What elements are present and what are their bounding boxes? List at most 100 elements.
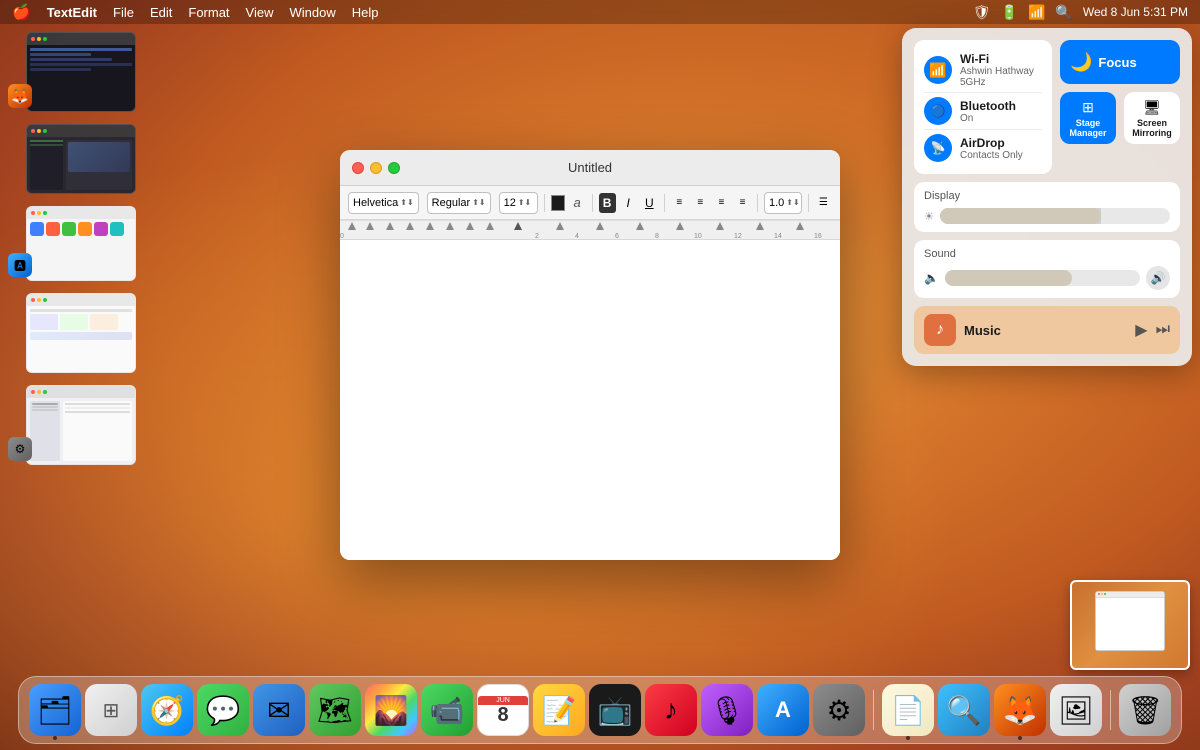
toolbar-separator-3 <box>664 194 665 212</box>
messages-icon: 💬 <box>206 694 241 727</box>
cc-screen-mirroring-button[interactable]: 🖥 Screen Mirroring <box>1124 92 1180 144</box>
dock-item-music[interactable]: ♪ <box>645 684 697 736</box>
firefox-dot <box>1018 736 1022 740</box>
shield-icon[interactable]: 🛡 <box>973 4 991 21</box>
dock-item-photos[interactable]: 🌄 <box>365 684 417 736</box>
line-spacing-selector[interactable]: 1.0 ⬆⬇ <box>764 192 802 214</box>
editor-area[interactable] <box>340 240 840 560</box>
search-icon[interactable]: 🔍 <box>1055 4 1072 21</box>
photos-icon: 🌄 <box>374 694 409 727</box>
menu-help[interactable]: Help <box>352 5 379 20</box>
align-center-btn[interactable]: ≡ <box>692 193 709 213</box>
trash-icon: 🗑 <box>1127 694 1163 727</box>
maps-icon: 🗺 <box>317 694 353 727</box>
font-family-selector[interactable]: Helvetica ⬆⬇ <box>348 192 419 214</box>
focus-moon-icon: 🌙 <box>1070 52 1092 73</box>
music-controls: ▶ ⏭ <box>1135 320 1170 340</box>
music-fast-forward-button[interactable]: ⏭ <box>1156 321 1170 339</box>
wifi-icon[interactable]: 📶 <box>1028 4 1045 21</box>
dock-item-mail[interactable]: ✉ <box>253 684 305 736</box>
appstore-icon: 🅰 <box>8 253 32 277</box>
dock-item-calendar[interactable]: JUN 8 <box>477 684 529 736</box>
svg-text:4: 4 <box>575 233 579 240</box>
italic-text-btn[interactable]: a <box>569 193 586 213</box>
dock-item-messages[interactable]: 💬 <box>197 684 249 736</box>
cc-sound-output-button[interactable]: 🔊 <box>1146 266 1170 290</box>
align-right-btn[interactable]: ≡ <box>713 193 730 213</box>
bluetooth-icon: 🔵 <box>924 97 952 125</box>
stage-manager-thumb-3[interactable]: 🅰 <box>8 206 138 281</box>
toolbar-separator-2 <box>592 194 593 212</box>
font-style-arrow: ⬆⬇ <box>472 198 485 207</box>
align-left-btn[interactable]: ≡ <box>671 193 688 213</box>
cc-focus-button[interactable]: 🌙 Focus <box>1060 40 1180 84</box>
underline-btn[interactable]: U <box>641 193 658 213</box>
dock-item-maps[interactable]: 🗺 <box>309 684 361 736</box>
cc-display-slider[interactable] <box>940 208 1170 224</box>
minimize-button[interactable] <box>370 162 382 174</box>
menu-window[interactable]: Window <box>290 5 336 20</box>
music-app-icon: ♪ <box>924 314 956 346</box>
cc-stage-manager-button[interactable]: ⊞ Stage Manager <box>1060 92 1116 144</box>
dock-item-proxyman[interactable]: 🔍 <box>938 684 990 736</box>
screen-mirroring-icon: 🖥 <box>1143 99 1161 116</box>
dock-item-safari[interactable]: 🧭 <box>141 684 193 736</box>
battery-icon[interactable]: 🔋 <box>1001 4 1018 21</box>
stage-manager-thumb-5[interactable]: ⚙ <box>8 385 138 465</box>
apple-menu[interactable]: 🍎 <box>12 3 31 21</box>
cc-sound-slider[interactable] <box>945 270 1140 286</box>
cc-airdrop-label: AirDrop <box>960 136 1023 150</box>
dock-item-preview[interactable]: 🖼 <box>1050 684 1102 736</box>
cc-top-row: 📶 Wi-Fi Ashwin Hathway 5GHz 🔵 Bluetooth … <box>914 40 1180 174</box>
date-time[interactable]: Wed 8 Jun 5:31 PM <box>1083 5 1188 19</box>
dock-item-podcasts[interactable]: 🎙 <box>701 684 753 736</box>
menubar-left: 🍎 TextEdit File Edit Format View Window … <box>12 3 379 21</box>
maximize-button[interactable] <box>388 162 400 174</box>
toolbar-separator-1 <box>544 194 545 212</box>
dock-item-finder[interactable]: 🗂 <box>29 684 81 736</box>
stage-manager-thumb-2[interactable] <box>8 124 138 194</box>
dock-item-notes[interactable]: 📝 <box>533 684 585 736</box>
stage-manager-thumb-1[interactable]: 🦊 <box>8 32 138 112</box>
menu-format[interactable]: Format <box>188 5 229 20</box>
menu-edit[interactable]: Edit <box>150 5 172 20</box>
cc-music-section: ♪ Music ▶ ⏭ <box>914 306 1180 354</box>
ruler: 0 2 4 6 8 10 12 14 16 <box>340 220 840 240</box>
dock-item-facetime[interactable]: 📹 <box>421 684 473 736</box>
dock-item-launchpad[interactable]: ⊞ <box>85 684 137 736</box>
color-swatch[interactable] <box>551 195 565 211</box>
podcasts-icon: 🎙 <box>709 694 745 727</box>
menu-view[interactable]: View <box>246 5 274 20</box>
brightness-low-icon: ☀ <box>924 210 934 223</box>
appletv-icon: 📺 <box>598 694 633 727</box>
cc-bottom-buttons: ⊞ Stage Manager 🖥 Screen Mirroring <box>1060 92 1180 144</box>
dock-item-appletv[interactable]: 📺 <box>589 684 641 736</box>
font-size-selector[interactable]: 12 ⬆⬇ <box>499 192 538 214</box>
screenshot-thumbnail[interactable] <box>1070 580 1190 670</box>
dock-item-firefox[interactable]: 🦊 <box>994 684 1046 736</box>
dock-item-settings[interactable]: ⚙ <box>813 684 865 736</box>
menu-file[interactable]: File <box>113 5 134 20</box>
close-button[interactable] <box>352 162 364 174</box>
music-play-button[interactable]: ▶ <box>1135 320 1147 340</box>
cc-bluetooth-item[interactable]: 🔵 Bluetooth On <box>924 93 1042 130</box>
font-style-selector[interactable]: Regular ⬆⬇ <box>427 192 491 214</box>
svg-text:2: 2 <box>535 233 539 240</box>
dock-separator-2 <box>1110 690 1111 730</box>
dock-item-appstore[interactable]: A <box>757 684 809 736</box>
stage-manager-icon: ⊞ <box>1082 99 1094 116</box>
cc-stage-manager-label: Stage Manager <box>1064 118 1112 138</box>
app-name[interactable]: TextEdit <box>47 5 97 20</box>
justify-btn[interactable]: ≡ <box>734 193 751 213</box>
stage-manager-thumb-4[interactable] <box>8 293 138 373</box>
italic-btn[interactable]: I <box>620 193 637 213</box>
cc-wifi-item[interactable]: 📶 Wi-Fi Ashwin Hathway 5GHz <box>924 48 1042 93</box>
bold-btn[interactable]: B <box>599 193 616 213</box>
list-btn[interactable]: ☰ <box>815 193 832 213</box>
cc-airdrop-item[interactable]: 📡 AirDrop Contacts Only <box>924 130 1042 166</box>
settings-icon: ⚙ <box>8 437 32 461</box>
appstore-icon: A <box>775 697 791 723</box>
cc-sound-section: Sound 🔈 🔊 <box>914 240 1180 298</box>
dock-item-textedit[interactable]: 📄 <box>882 684 934 736</box>
dock-item-trash[interactable]: 🗑 <box>1119 684 1171 736</box>
